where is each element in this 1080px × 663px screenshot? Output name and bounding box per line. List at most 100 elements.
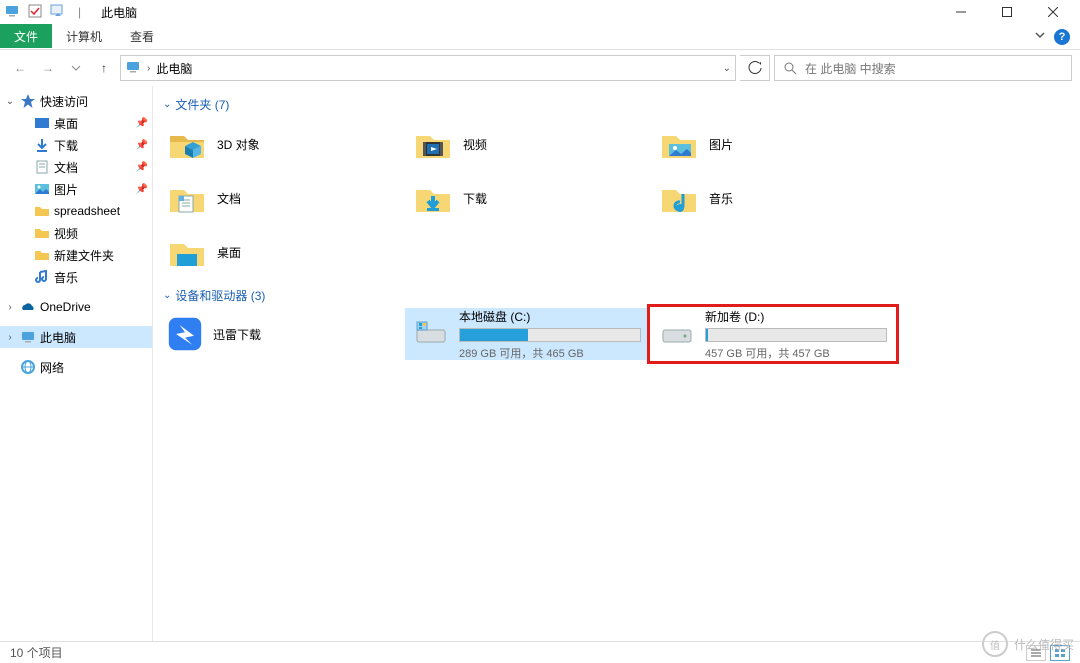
- chevron-right-icon[interactable]: ›: [4, 302, 16, 313]
- downloads-icon: [413, 178, 453, 218]
- tab-computer[interactable]: 计算机: [52, 24, 116, 48]
- documents-icon: [167, 178, 207, 218]
- network-icon: [20, 359, 36, 375]
- ribbon-collapse-icon[interactable]: [1034, 29, 1046, 44]
- refresh-button[interactable]: [740, 55, 770, 81]
- sidebar-item-label: OneDrive: [40, 300, 91, 314]
- folder-item-desktop[interactable]: 桌面: [159, 225, 405, 279]
- drive-status: 457 GB 可用，共 457 GB: [705, 345, 887, 361]
- drive-label: 新加卷 (D:): [705, 308, 887, 325]
- folder-label: 3D 对象: [217, 136, 260, 153]
- music-icon: [659, 178, 699, 218]
- pin-icon: 📌: [136, 140, 148, 151]
- minimize-button[interactable]: [938, 0, 984, 24]
- music-icon: [34, 269, 50, 285]
- nav-back-button[interactable]: ←: [8, 56, 32, 80]
- sidebar-item-newfolder[interactable]: 新建文件夹: [0, 244, 152, 266]
- sidebar-item-label: 文档: [54, 159, 78, 176]
- search-placeholder: 在 此电脑 中搜索: [805, 60, 896, 77]
- pc-icon: [125, 59, 141, 78]
- nav-forward-button[interactable]: →: [36, 56, 60, 80]
- folder-item-3d-objects[interactable]: 3D 对象: [159, 117, 405, 171]
- xunlei-icon: [167, 316, 203, 352]
- sidebar-item-label: 图片: [54, 181, 78, 198]
- desktop-icon: [167, 232, 207, 272]
- qat-dropdown-icon[interactable]: [50, 3, 66, 22]
- sidebar-item-label: 此电脑: [40, 329, 76, 346]
- star-icon: [20, 93, 36, 109]
- videos-icon: [34, 225, 50, 241]
- sidebar-item-desktop[interactable]: 桌面 📌: [0, 112, 152, 134]
- onedrive-icon: [20, 299, 36, 315]
- pc-icon: [20, 329, 36, 345]
- sidebar-onedrive[interactable]: › OneDrive: [0, 296, 152, 318]
- documents-icon: [34, 159, 50, 175]
- status-bar: 10 个项目: [0, 641, 1080, 663]
- folder-item-videos[interactable]: 视频: [405, 117, 651, 171]
- qat-checkbox-icon[interactable]: [28, 4, 42, 21]
- videos-icon: [413, 124, 453, 164]
- sidebar-item-spreadsheet[interactable]: spreadsheet: [0, 200, 152, 222]
- chevron-right-icon[interactable]: ›: [147, 63, 150, 74]
- address-bar: ← → ↑ › 此电脑 ⌄ 在 此电脑 中搜索: [0, 50, 1080, 86]
- disk-icon: [659, 316, 695, 352]
- pictures-icon: [659, 124, 699, 164]
- ribbon: 文件 计算机 查看 ?: [0, 24, 1080, 50]
- sidebar-item-pictures[interactable]: 图片 📌: [0, 178, 152, 200]
- tab-view[interactable]: 查看: [116, 24, 168, 48]
- folder-label: 下载: [463, 190, 487, 207]
- downloads-icon: [34, 137, 50, 153]
- section-header-folders[interactable]: ⌄ 文件夹 (7): [163, 96, 1080, 113]
- view-tiles-button[interactable]: [1050, 645, 1070, 661]
- pin-icon: 📌: [136, 118, 148, 129]
- sidebar-item-documents[interactable]: 文档 📌: [0, 156, 152, 178]
- view-details-button[interactable]: [1026, 645, 1046, 661]
- sidebar-item-label: 下载: [54, 137, 78, 154]
- section-header-devices[interactable]: ⌄ 设备和驱动器 (3): [163, 287, 1080, 304]
- sidebar-item-videos[interactable]: 视频: [0, 222, 152, 244]
- navigation-pane: ⌄ 快速访问 桌面 📌 下载 📌 文档 📌 图片 📌 spreadsheet: [0, 86, 152, 641]
- sidebar-item-label: spreadsheet: [54, 204, 120, 218]
- window-title: 此电脑: [101, 4, 137, 21]
- chevron-down-icon: ⌄: [163, 290, 171, 301]
- search-input[interactable]: 在 此电脑 中搜索: [774, 55, 1072, 81]
- sidebar-quick-access[interactable]: ⌄ 快速访问: [0, 90, 152, 112]
- section-header-label: 设备和驱动器 (3): [175, 287, 265, 304]
- desktop-icon: [34, 115, 50, 131]
- folder-item-downloads[interactable]: 下载: [405, 171, 651, 225]
- drive-item-xunlei[interactable]: 迅雷下载: [159, 308, 403, 360]
- chevron-down-icon[interactable]: ⌄: [4, 96, 16, 107]
- nav-recent-button[interactable]: [64, 56, 88, 80]
- folder-item-music[interactable]: 音乐: [651, 171, 897, 225]
- sidebar-item-music[interactable]: 音乐: [0, 266, 152, 288]
- sidebar-item-label: 音乐: [54, 269, 78, 286]
- pictures-icon: [34, 181, 50, 197]
- help-icon[interactable]: ?: [1054, 29, 1070, 45]
- folder-item-pictures[interactable]: 图片: [651, 117, 897, 171]
- chevron-right-icon[interactable]: ›: [4, 332, 16, 343]
- breadcrumb[interactable]: › 此电脑 ⌄: [120, 55, 736, 81]
- drive-item-c[interactable]: 本地磁盘 (C:) 289 GB 可用，共 465 GB: [405, 308, 649, 360]
- nav-up-button[interactable]: ↑: [92, 56, 116, 80]
- drive-label: 迅雷下载: [213, 326, 261, 343]
- separator: |: [78, 5, 81, 19]
- sidebar-network[interactable]: 网络: [0, 356, 152, 378]
- sidebar-this-pc[interactable]: › 此电脑: [0, 326, 152, 348]
- content-pane: ⌄ 文件夹 (7) 3D 对象 视频 图片 文档: [152, 86, 1080, 641]
- title-bar: | 此电脑: [0, 0, 1080, 24]
- folder-label: 文档: [217, 190, 241, 207]
- quick-access-toolbar: | 此电脑: [4, 3, 137, 22]
- search-icon: [783, 61, 797, 75]
- folders-grid: 3D 对象 视频 图片 文档 下载: [159, 117, 1080, 279]
- file-tab[interactable]: 文件: [0, 24, 52, 48]
- drives-row: 迅雷下载 本地磁盘 (C:) 289 GB 可用，共 465 GB: [159, 308, 1080, 360]
- sidebar-item-downloads[interactable]: 下载 📌: [0, 134, 152, 156]
- folder-item-documents[interactable]: 文档: [159, 171, 405, 225]
- breadcrumb-item[interactable]: 此电脑: [156, 60, 192, 77]
- drive-item-d[interactable]: 新加卷 (D:) 457 GB 可用，共 457 GB: [651, 308, 895, 360]
- maximize-button[interactable]: [984, 0, 1030, 24]
- folder-label: 视频: [463, 136, 487, 153]
- history-dropdown-icon[interactable]: ⌄: [723, 63, 731, 74]
- sidebar-item-label: 视频: [54, 225, 78, 242]
- close-button[interactable]: [1030, 0, 1076, 24]
